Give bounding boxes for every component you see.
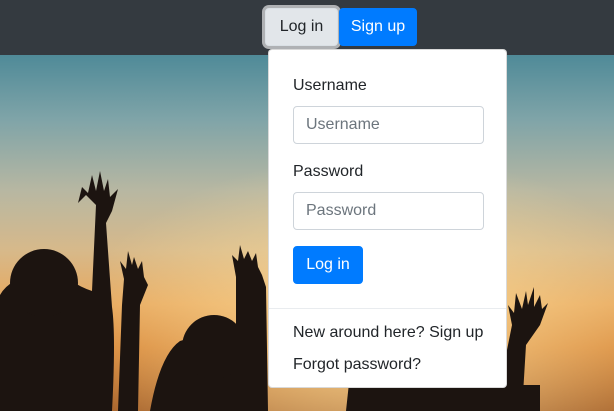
login-dropdown-menu: Username Password Log in New around here…	[268, 49, 507, 388]
password-label: Password	[293, 163, 364, 180]
login-dropdown-toggle[interactable]: Log in	[265, 8, 338, 46]
password-input[interactable]	[293, 192, 484, 230]
signup-link[interactable]: New around here? Sign up	[293, 324, 483, 342]
signup-button[interactable]: Sign up	[339, 8, 417, 46]
forgot-password-link[interactable]: Forgot password?	[293, 356, 421, 374]
login-submit-button[interactable]: Log in	[293, 246, 363, 284]
username-input[interactable]	[293, 106, 484, 144]
dropdown-divider	[269, 308, 506, 309]
username-label: Username	[293, 77, 367, 94]
